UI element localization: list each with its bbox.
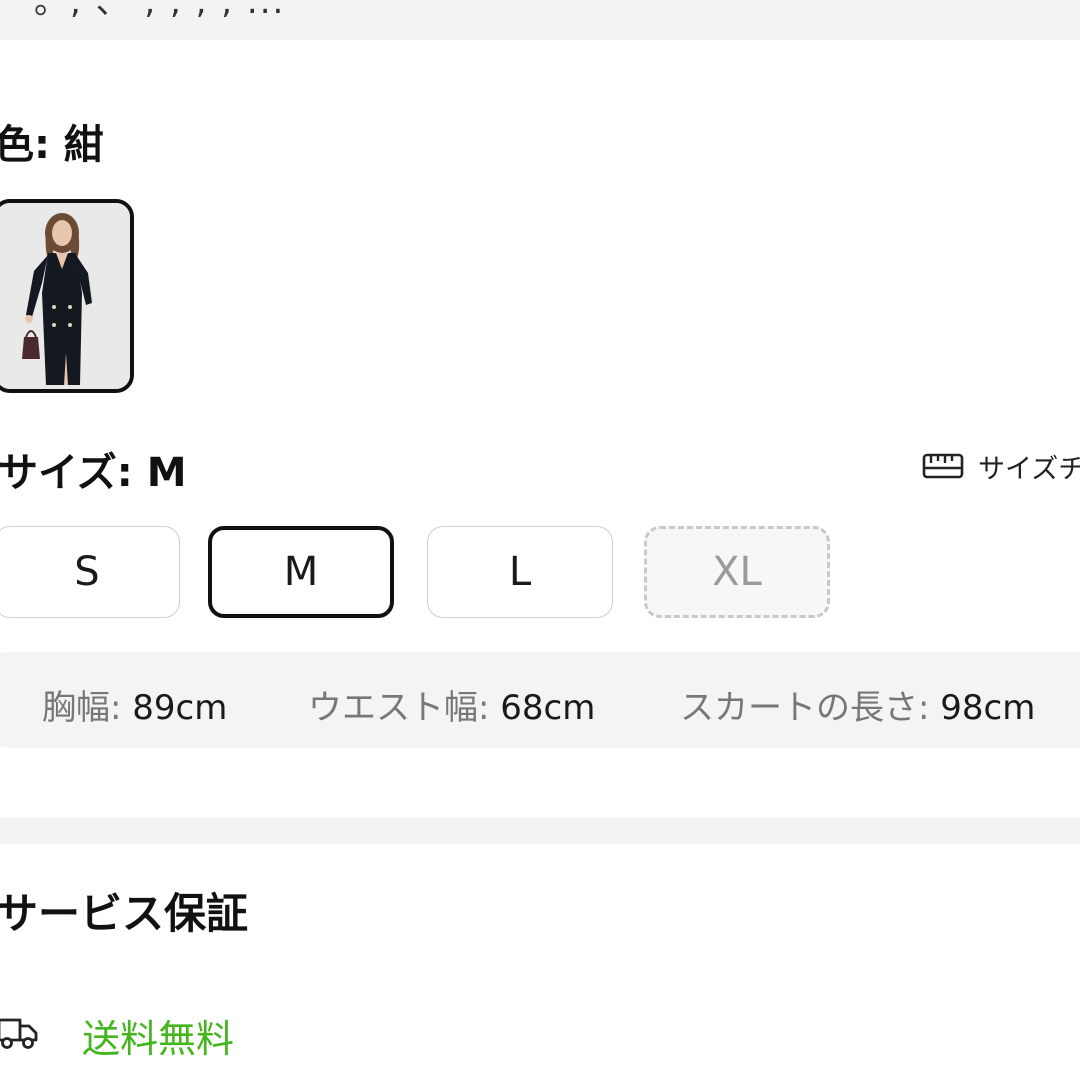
truck-icon — [0, 1018, 38, 1049]
measurement-value: 89cm — [132, 688, 228, 728]
size-option-m[interactable]: M — [208, 526, 394, 618]
size-option-l[interactable]: L — [427, 526, 613, 618]
top-strip: 。, 、 , , , , ... — [0, 0, 1080, 40]
partial-header-text: 。, 、 , , , , ... — [34, 0, 286, 22]
size-label: サイズ: M — [0, 450, 187, 496]
size-option-s[interactable]: S — [0, 526, 180, 618]
measurement-value: 98cm — [940, 688, 1036, 728]
color-swatch-navy[interactable] — [0, 199, 134, 393]
free-shipping-label: 送料無料 — [82, 1017, 235, 1061]
product-thumbnail — [0, 203, 130, 389]
measurement-value: 68cm — [500, 688, 596, 728]
section-divider — [0, 818, 1080, 844]
size-option-xl[interactable]: XL — [644, 526, 830, 618]
measurement-waist: ウエスト幅: 68cm — [308, 680, 595, 729]
color-label: 色: 紺 — [0, 122, 104, 168]
size-chart-link-label: サイズチ — [978, 453, 1080, 485]
service-guarantee-title: サービス保証 — [0, 889, 249, 938]
measurement-label: ウエスト幅: — [308, 688, 490, 728]
measurement-chest: 胸幅: 89cm — [42, 680, 227, 729]
measurement-skirt-length: スカートの長さ: 98cm — [680, 680, 1035, 729]
ruler-icon — [922, 453, 964, 479]
measurement-label: 胸幅: — [42, 688, 122, 728]
size-chart-link[interactable]: サイズチ — [922, 448, 1080, 485]
measurement-label: スカートの長さ: — [680, 688, 930, 728]
